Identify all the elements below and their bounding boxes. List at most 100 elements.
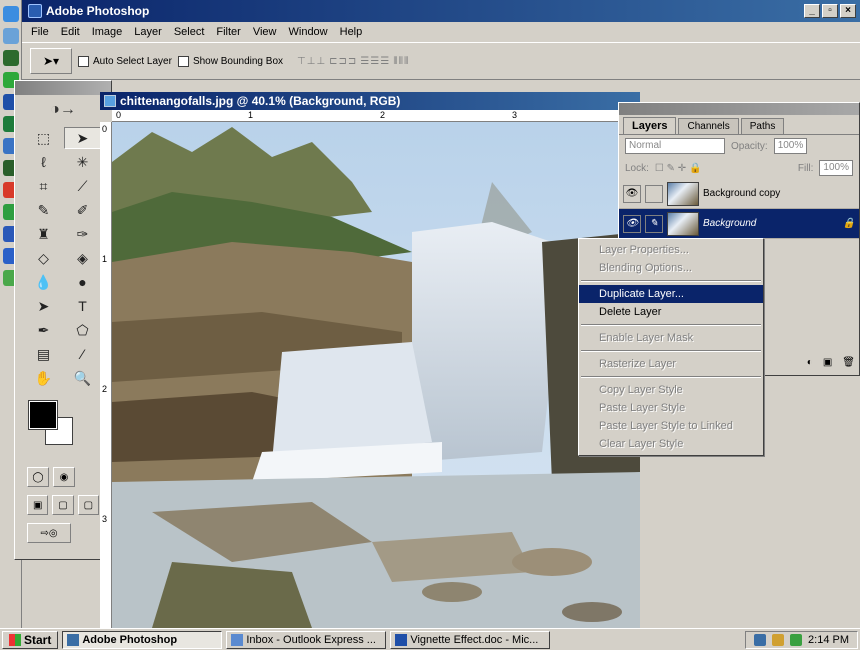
clone-stamp-tool-icon[interactable]: ♜ [25,223,62,245]
media-icon[interactable] [3,50,19,66]
pen-tool-icon[interactable]: ✒ [25,319,62,341]
slice-tool-icon[interactable]: ⟋ [64,175,101,197]
menu-item-paste-layer-style[interactable]: Paste Layer Style [579,399,763,417]
checkbox-box[interactable] [177,55,189,67]
menu-layer[interactable]: Layer [129,24,167,40]
align-top-icon[interactable]: ⊤⊥⊥ [297,56,326,67]
vertical-ruler[interactable]: 0 1 2 3 [100,122,112,628]
start-label: Start [24,632,52,647]
path-selection-tool-icon[interactable]: ➤ [25,295,62,317]
magic-wand-tool-icon[interactable]: ✳ [64,151,101,173]
start-button[interactable]: Start [2,630,59,649]
menu-item-delete-layer[interactable]: Delete Layer [579,303,763,321]
new-layer-set-icon[interactable]: ◐ [807,357,813,373]
quick-mask-mode-icon[interactable]: ◉ [53,467,75,487]
screen-mode-full-icon[interactable]: ▢ [77,495,99,515]
menu-item-copy-layer-style[interactable]: Copy Layer Style [579,381,763,399]
image-canvas[interactable] [112,122,640,628]
crop-tool-icon[interactable]: ⌗ [25,175,62,197]
align-buttons: ⊤⊥⊥ ⊏⊐⊐ ☰☰☰ ⦀⦀⦀ [297,56,409,67]
distribute-h-icon[interactable]: ⦀⦀⦀ [393,56,409,67]
menu-edit[interactable]: Edit [56,24,85,40]
hand-tool-icon[interactable]: ✋ [25,367,62,389]
opacity-field[interactable]: 100% [773,138,808,154]
menu-item-rasterize-layer[interactable]: Rasterize Layer [579,355,763,373]
fill-field[interactable]: 100% [819,160,853,176]
auto-select-layer-checkbox[interactable]: Auto Select Layer [78,55,172,67]
menu-item-clear-layer-style[interactable]: Clear Layer Style [579,435,763,453]
healing-brush-tool-icon[interactable]: ✎ [25,199,62,221]
menu-filter[interactable]: Filter [211,24,245,40]
photoshop-icon [67,633,80,646]
layer-name: Background [703,218,757,229]
move-tool-icon[interactable]: ➤ [64,127,101,149]
shape-tool-icon[interactable]: ⬠ [64,319,101,341]
layer-row[interactable]: 👁 Background copy [619,179,859,209]
foreground-color-swatch[interactable] [28,400,58,430]
trash-icon[interactable]: 🗑 [842,357,855,373]
layer-row[interactable]: 👁 ✎ Background 🔒 [619,209,859,239]
menu-item-duplicate-layer[interactable]: Duplicate Layer... [579,285,763,303]
new-layer-icon[interactable]: ▣ [823,357,832,373]
menu-item-blending-options[interactable]: Blending Options... [579,259,763,277]
toolbox-titlebar[interactable] [15,81,111,95]
type-tool-icon[interactable]: T [64,295,101,317]
photoshop-eye-logo-icon[interactable]: ◑→ [15,95,111,125]
network-tray-icon[interactable] [754,633,767,646]
task-outlook[interactable]: Inbox - Outlook Express ... [226,630,387,649]
blend-mode-select[interactable]: Normal [625,138,725,154]
task-photoshop[interactable]: Adobe Photoshop [62,630,223,649]
internet-explorer-icon[interactable] [3,6,19,22]
distribute-icon[interactable]: ☰☰☰ [360,56,390,67]
horizontal-ruler[interactable]: 0 1 2 3 [112,110,640,122]
menu-separator [581,324,761,326]
checkbox-box[interactable] [78,55,89,67]
layers-palette-titlebar[interactable] [619,103,859,115]
paint-bucket-tool-icon[interactable]: ◈ [64,247,101,269]
menu-item-enable-layer-mask[interactable]: Enable Layer Mask [579,329,763,347]
screen-mode-standard-icon[interactable]: ▣ [27,495,49,515]
jump-to-imageready-icon[interactable]: ⇨◎ [27,523,71,543]
menu-item-layer-properties[interactable]: Layer Properties... [579,241,763,259]
show-bounding-box-checkbox[interactable]: Show Bounding Box [177,55,283,67]
brush-tool-icon[interactable]: ✐ [64,199,101,221]
menu-image[interactable]: Image [87,24,128,40]
menu-file[interactable]: File [26,24,54,40]
dodge-tool-icon[interactable]: ● [64,271,101,293]
lock-icons[interactable]: ☐ ✎ ✛ 🔒 [655,163,702,174]
app-title: Adobe Photoshop [46,4,150,18]
standard-mode-icon[interactable]: ◯ [27,467,49,487]
brush-icon[interactable]: ✎ [645,214,663,233]
maximize-button[interactable]: ▫ [822,4,838,18]
tab-paths[interactable]: Paths [740,118,785,134]
volume-tray-icon[interactable] [772,633,785,646]
screen-mode-full-menu-icon[interactable]: ▢ [52,495,74,515]
menu-view[interactable]: View [248,24,282,40]
eraser-tool-icon[interactable]: ◇ [25,247,62,269]
minimize-button[interactable]: _ [804,4,820,18]
link-icon[interactable] [645,184,663,203]
menu-window[interactable]: Window [284,24,333,40]
zoom-tool-icon[interactable]: 🔍 [64,367,101,389]
eye-icon[interactable]: 👁 [623,184,641,203]
clock[interactable]: 2:14 PM [808,634,849,646]
history-brush-tool-icon[interactable]: ✑ [64,223,101,245]
eye-icon[interactable]: 👁 [623,214,641,233]
notes-tool-icon[interactable]: ▤ [25,343,62,365]
tab-layers[interactable]: Layers [623,117,677,134]
close-button[interactable]: × [840,4,856,18]
lasso-tool-icon[interactable]: ℓ [25,151,62,173]
menu-select[interactable]: Select [169,24,210,40]
security-tray-icon[interactable] [790,633,803,646]
menu-help[interactable]: Help [335,24,368,40]
marquee-tool-icon[interactable]: ⬚ [25,127,62,149]
move-tool-preset-button[interactable]: ➤▾ [30,48,72,74]
blur-tool-icon[interactable]: 💧 [25,271,62,293]
menu-item-paste-layer-style-linked[interactable]: Paste Layer Style to Linked [579,417,763,435]
task-word[interactable]: Vignette Effect.doc - Mic... [390,630,551,649]
tab-channels[interactable]: Channels [678,118,739,134]
document-titlebar[interactable]: chittenangofalls.jpg @ 40.1% (Background… [100,92,640,110]
eyedropper-tool-icon[interactable]: ⁄ [64,343,101,365]
network-icon[interactable] [3,28,19,44]
align-left-icon[interactable]: ⊏⊐⊐ [329,56,357,67]
